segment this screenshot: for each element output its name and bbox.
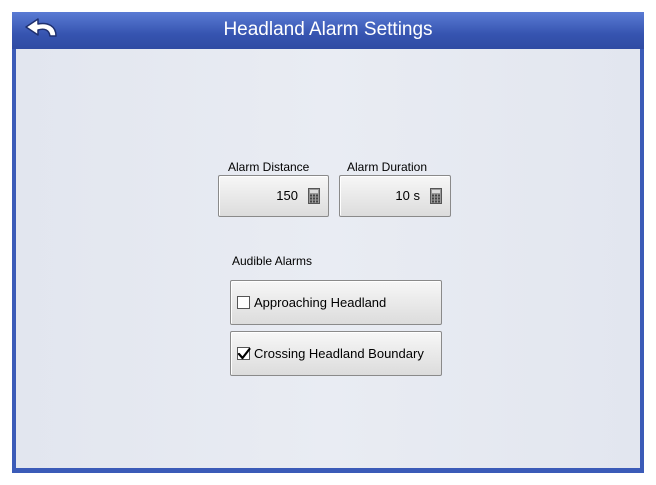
crossing-headland-boundary-toggle[interactable]: Crossing Headland Boundary <box>230 331 442 376</box>
content-panel: Alarm Distance 150 Alarm Duration 10 s A <box>16 49 640 468</box>
crossing-headland-boundary-checkbox[interactable] <box>237 347 251 360</box>
audible-alarms-label: Audible Alarms <box>232 254 313 268</box>
alarm-duration-field[interactable]: 10 s <box>339 175 451 217</box>
checkmark-icon <box>237 347 251 360</box>
alarm-distance-value: 150 <box>276 188 298 203</box>
title-bar: Headland Alarm Settings <box>12 12 644 49</box>
alarm-duration-value: 10 s <box>395 188 420 203</box>
alarm-duration-label: Alarm Duration <box>347 160 428 174</box>
crossing-headland-boundary-label: Crossing Headland Boundary <box>254 346 424 361</box>
calculator-icon <box>430 188 442 204</box>
headland-alarm-settings-window: Headland Alarm Settings Alarm Distance 1… <box>12 12 644 473</box>
alarm-distance-label: Alarm Distance <box>228 160 310 174</box>
alarm-distance-field[interactable]: 150 <box>218 175 329 217</box>
approaching-headland-label: Approaching Headland <box>254 295 387 310</box>
approaching-headland-toggle[interactable]: Approaching Headland <box>230 280 442 325</box>
page-title: Headland Alarm Settings <box>223 19 433 40</box>
calculator-icon <box>308 188 320 204</box>
approaching-headland-checkbox[interactable] <box>237 296 250 309</box>
